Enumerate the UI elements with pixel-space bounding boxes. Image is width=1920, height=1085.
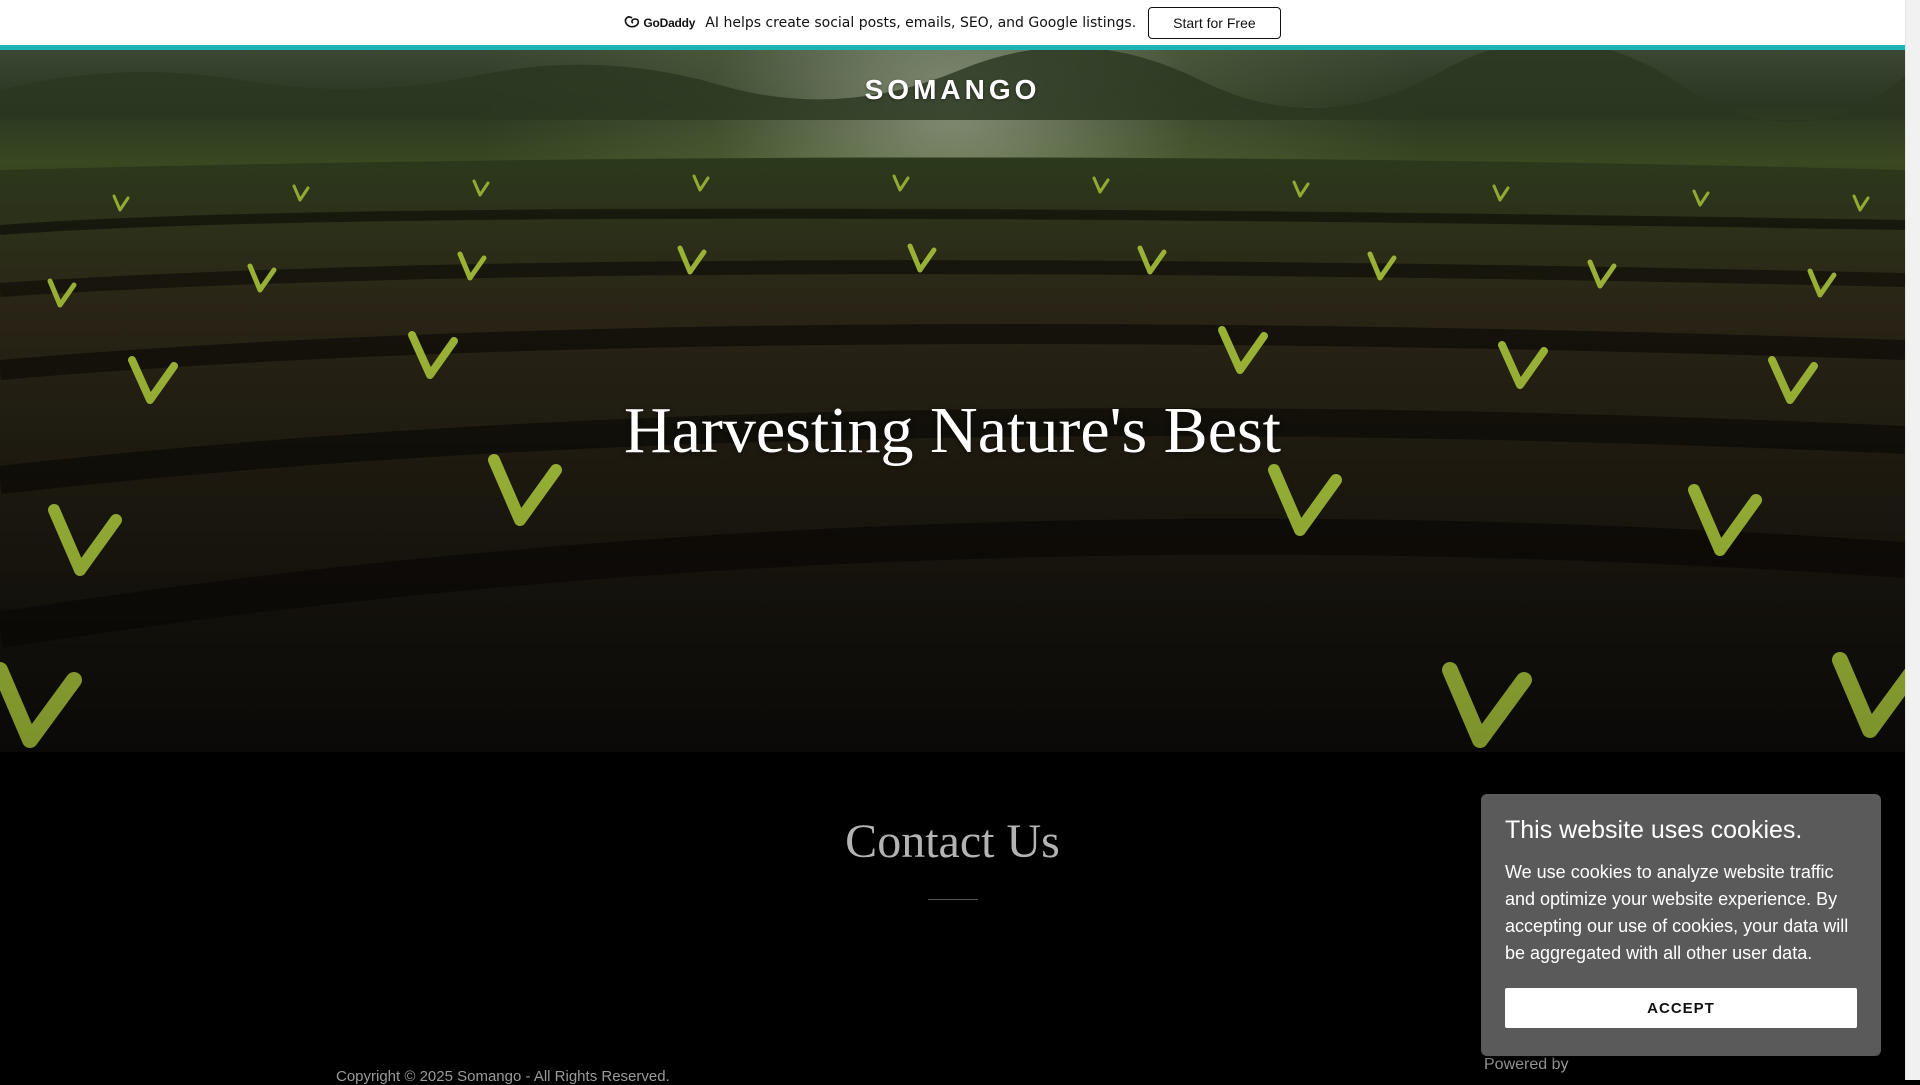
footer-copyright: Copyright © 2025 Somango - All Rights Re… bbox=[336, 1068, 670, 1085]
promo-bar: GoDaddy AI helps create social posts, em… bbox=[0, 0, 1905, 45]
footer-powered-by: Powered by bbox=[1484, 1056, 1569, 1073]
section-divider bbox=[928, 899, 978, 900]
cookie-banner-title: This website uses cookies. bbox=[1505, 816, 1803, 844]
godaddy-logo-text: GoDaddy bbox=[643, 15, 696, 30]
start-for-free-button[interactable]: Start for Free bbox=[1148, 6, 1281, 39]
cookie-banner: This website uses cookies. We use cookie… bbox=[1481, 794, 1881, 1056]
cookie-banner-text: We use cookies to analyze website traffi… bbox=[1505, 862, 1849, 963]
godaddy-icon bbox=[625, 15, 640, 28]
accept-cookies-button[interactable]: ACCEPT bbox=[1505, 988, 1857, 1028]
site-brand[interactable]: SOMANGO bbox=[0, 74, 1905, 106]
hero-title: Harvesting Nature's Best bbox=[623, 394, 1282, 467]
godaddy-logo[interactable]: GoDaddy bbox=[624, 16, 695, 30]
hero-section: SOMANGO Harvesting Nature's Best bbox=[0, 50, 1905, 752]
page-scrollbar[interactable] bbox=[1905, 0, 1920, 1080]
promo-message: AI helps create social posts, emails, SE… bbox=[705, 14, 1137, 31]
